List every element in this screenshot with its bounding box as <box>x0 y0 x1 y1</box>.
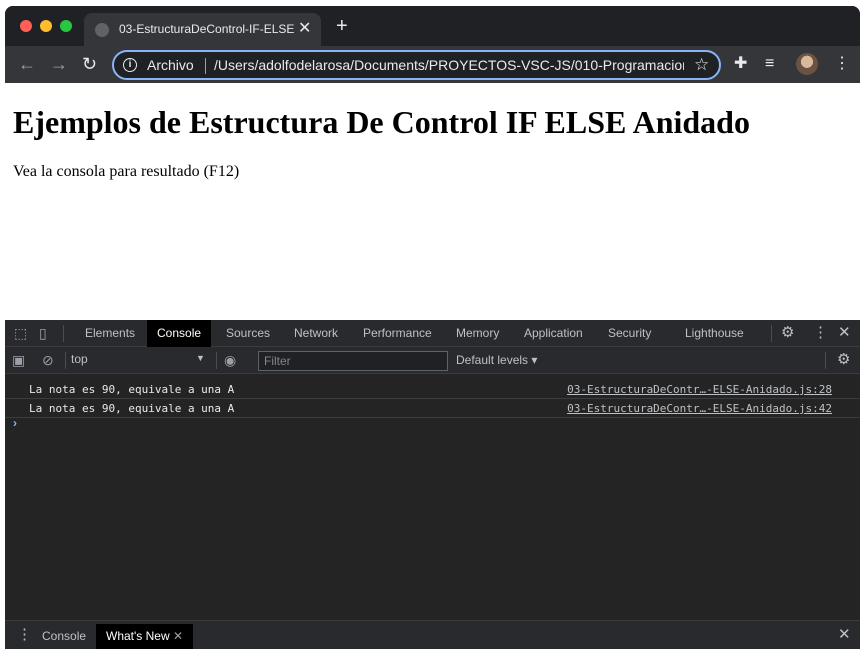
console-message-text: La nota es 90, equivale a una A <box>29 383 235 396</box>
drawer-tab-whats-new[interactable]: What's New ✕ <box>96 624 194 649</box>
page-text: Vea la consola para resultado (F12) <box>13 163 240 180</box>
device-toolbar-icon[interactable]: ▯ <box>39 325 47 341</box>
info-icon[interactable]: i <box>123 58 137 72</box>
show-sidebar-icon[interactable]: ▣ <box>12 352 25 368</box>
page-viewport: Ejemplos de Estructura De Control IF ELS… <box>5 83 860 320</box>
devtools-drawer: ⋮ Console What's New ✕ ✕ <box>5 620 860 649</box>
media-queue-icon[interactable]: ≡ <box>765 54 774 74</box>
toolbar-divider <box>216 352 217 369</box>
tab-lighthouse[interactable]: Lighthouse <box>675 320 754 347</box>
tab-security[interactable]: Security <box>598 320 661 347</box>
scheme-label: Archivo <box>147 57 194 73</box>
address-bar[interactable]: i Archivo /Users/adolfodelarosa/Document… <box>112 50 721 80</box>
bookmark-star-icon[interactable]: ☆ <box>694 55 709 75</box>
tab-sources[interactable]: Sources <box>216 320 280 347</box>
tab-console[interactable]: Console <box>147 320 212 347</box>
close-drawer-tab-icon[interactable]: ✕ <box>173 629 183 643</box>
eye-icon[interactable]: ◉ <box>224 352 236 368</box>
toolbar-divider <box>771 325 772 342</box>
forward-arrow-icon[interactable]: → <box>50 54 68 74</box>
maximize-window-button[interactable] <box>60 20 72 32</box>
console-message: La nota es 90, equivale a una A 03-Estru… <box>5 380 860 399</box>
more-options-icon[interactable]: ⋮ <box>813 325 828 341</box>
omnibox-separator <box>205 58 206 74</box>
filter-input[interactable] <box>258 351 448 371</box>
page-heading: Ejemplos de Estructura De Control IF ELS… <box>13 104 750 140</box>
close-devtools-icon[interactable]: ✕ <box>838 325 851 341</box>
settings-gear-icon[interactable]: ⚙ <box>781 325 794 341</box>
console-message-source-link[interactable]: 03-EstructuraDeContr…-ELSE-Anidado.js:42 <box>567 402 832 415</box>
tab-application[interactable]: Application <box>514 320 593 347</box>
minimize-window-button[interactable] <box>40 20 52 32</box>
browser-toolbar: ← → ↻ i Archivo /Users/adolfodelarosa/Do… <box>5 46 860 83</box>
context-label: top <box>71 352 88 366</box>
tab-memory[interactable]: Memory <box>446 320 509 347</box>
log-levels-label: Default levels ▾ <box>456 353 538 367</box>
drawer-menu-icon[interactable]: ⋮ <box>17 627 32 643</box>
extensions-puzzle-icon[interactable]: ✚ <box>734 54 747 74</box>
devtools-tab-bar: ⬚ ▯ Elements Console Sources Network Per… <box>5 320 860 347</box>
profile-avatar[interactable] <box>796 53 818 75</box>
browser-tab[interactable]: 03-EstructuraDeControl-IF-ELSE-Anidado.h… <box>84 13 321 46</box>
back-arrow-icon[interactable]: ← <box>18 54 36 74</box>
console-filter-bar: ▣ ⊘ top ▼ ◉ Default levels ▾ ⚙ <box>5 347 860 374</box>
chevron-down-icon: ▼ <box>196 353 205 363</box>
console-prompt-chevron-icon[interactable]: › <box>13 416 17 430</box>
close-drawer-icon[interactable]: ✕ <box>838 627 851 643</box>
close-tab-icon[interactable]: ✕ <box>298 19 311 39</box>
console-message-source-link[interactable]: 03-EstructuraDeContr…-ELSE-Anidado.js:28 <box>567 383 832 396</box>
toolbar-divider <box>63 325 64 342</box>
globe-icon <box>95 23 109 37</box>
close-window-button[interactable] <box>20 20 32 32</box>
clear-console-icon[interactable]: ⊘ <box>42 352 54 368</box>
new-tab-icon[interactable]: + <box>336 16 348 36</box>
toolbar-divider <box>65 352 66 369</box>
tab-network[interactable]: Network <box>284 320 348 347</box>
browser-window: 03-EstructuraDeControl-IF-ELSE-Anidado.h… <box>5 6 860 649</box>
console-message: La nota es 90, equivale a una A 03-Estru… <box>5 399 860 418</box>
devtools-panel: ⬚ ▯ Elements Console Sources Network Per… <box>5 320 860 649</box>
reload-icon[interactable]: ↻ <box>82 54 97 74</box>
inspect-element-icon[interactable]: ⬚ <box>14 325 27 341</box>
kebab-menu-icon[interactable]: ⋮ <box>834 54 850 74</box>
toolbar-divider <box>825 352 826 369</box>
url-text[interactable]: /Users/adolfodelarosa/Documents/PROYECTO… <box>214 57 684 73</box>
tab-performance[interactable]: Performance <box>353 320 442 347</box>
tab-title: 03-EstructuraDeControl-IF-ELSE-Anidado.h… <box>119 22 294 36</box>
tab-elements[interactable]: Elements <box>75 320 145 347</box>
console-settings-gear-icon[interactable]: ⚙ <box>837 352 850 368</box>
console-message-text: La nota es 90, equivale a una A <box>29 402 235 415</box>
drawer-tab-console[interactable]: Console <box>32 624 96 649</box>
title-bar: 03-EstructuraDeControl-IF-ELSE-Anidado.h… <box>5 6 860 46</box>
